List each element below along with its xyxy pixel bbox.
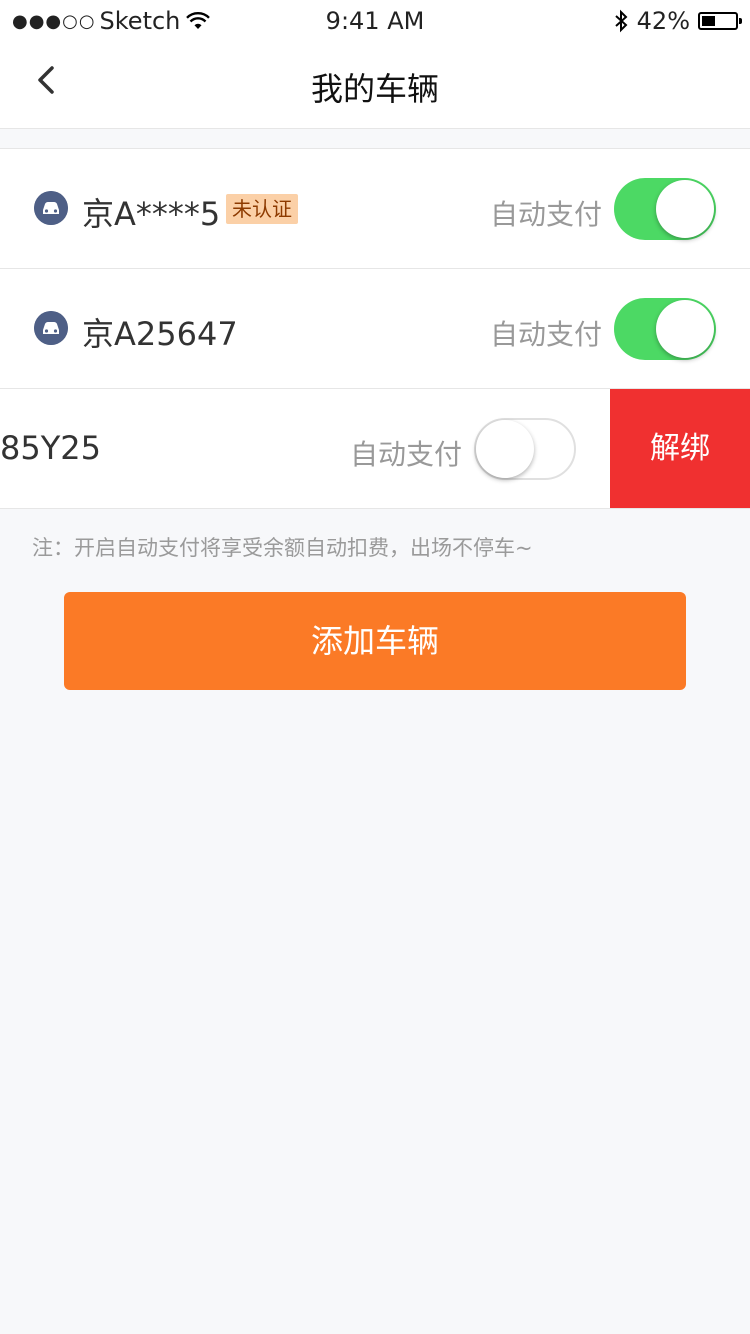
add-vehicle-button[interactable]: 添加车辆 xyxy=(64,592,686,690)
auto-pay-label: 自动支付 xyxy=(490,198,603,231)
unbind-button[interactable]: 解绑 xyxy=(610,389,750,508)
battery-icon xyxy=(698,12,742,30)
toggle-knob xyxy=(476,420,534,478)
battery-level xyxy=(702,16,715,26)
status-bar-right: 42% xyxy=(613,7,742,35)
auto-pay-toggle[interactable] xyxy=(474,418,576,480)
auto-pay-label: 自动支付 xyxy=(350,438,463,471)
toggle-knob xyxy=(656,180,714,238)
toggle-knob xyxy=(656,300,714,358)
nav-bar: 我的车辆 xyxy=(0,42,750,129)
plate-number: 京A25647 xyxy=(82,315,238,353)
auto-pay-toggle[interactable] xyxy=(614,178,716,240)
vehicle-list: 京A****5 未认证 自动支付 京A25647 自动支付 85Y25 自动支付 xyxy=(0,148,750,509)
auto-pay-label: 自动支付 xyxy=(490,318,603,351)
swipe-content: 85Y25 自动支付 xyxy=(0,389,610,508)
unverified-badge: 未认证 xyxy=(226,194,298,224)
auto-pay-toggle[interactable] xyxy=(614,298,716,360)
plate-number: 京A****5 xyxy=(82,195,221,233)
battery-percent: 42% xyxy=(636,7,690,35)
vehicle-row-swiped[interactable]: 85Y25 自动支付 解绑 xyxy=(0,388,750,509)
car-icon xyxy=(34,191,68,225)
vehicle-row[interactable]: 京A****5 未认证 自动支付 xyxy=(0,148,750,268)
vehicle-row[interactable]: 京A25647 自动支付 xyxy=(0,268,750,388)
bluetooth-icon xyxy=(614,9,628,33)
car-icon xyxy=(34,311,68,345)
page-title: 我的车辆 xyxy=(310,70,439,108)
status-bar: ●●●○○ Sketch 9:41 AM 42% xyxy=(0,0,750,42)
auto-pay-note: 注：开启自动支付将享受余额自动扣费，出场不停车~ xyxy=(32,536,533,560)
plate-number: 85Y25 xyxy=(0,429,101,467)
